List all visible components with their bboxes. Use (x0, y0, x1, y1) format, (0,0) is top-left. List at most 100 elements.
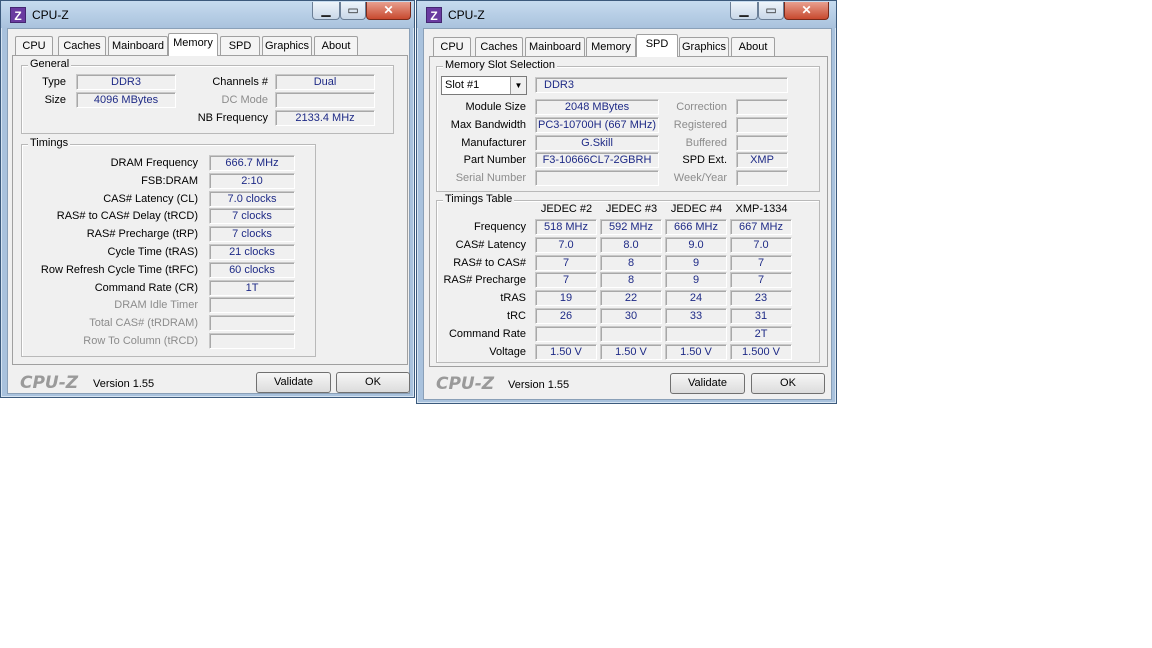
tab-memory[interactable]: Memory (168, 33, 218, 56)
spd-field-value: F3-10666CL7-2GBRH (535, 152, 659, 169)
maximize-button[interactable]: ▭ (758, 2, 784, 20)
tab-caches[interactable]: Caches (475, 37, 523, 57)
spd-field-label: Part Number (463, 154, 526, 167)
tab-about[interactable]: About (731, 37, 775, 57)
timings-row-label: RAS# to CAS# (453, 256, 526, 269)
timings-cell: 9 (665, 254, 727, 271)
minimize-button[interactable]: ▁ (730, 2, 758, 20)
memory-slot-selection-title: Memory Slot Selection (443, 59, 558, 71)
timing-label: RAS# Precharge (tRP) (86, 228, 198, 241)
spd-field-label: Week/Year (673, 172, 727, 185)
tab-spd[interactable]: SPD (636, 34, 678, 57)
spd-field-value (736, 134, 788, 151)
nb-frequency-label: NB Frequency (197, 112, 268, 124)
timing-value (209, 297, 295, 314)
spd-field-value: 2048 MBytes (535, 99, 659, 115)
type-value: DDR3 (76, 74, 176, 90)
timing-label: DRAM Frequency (110, 157, 198, 169)
spd-field-label: Max Bandwidth (450, 118, 526, 131)
timings-column-header: JEDEC #4 (670, 203, 723, 215)
maximize-button[interactable]: ▭ (340, 2, 366, 20)
title-bar[interactable]: Z CPU-Z ▁ ▭ ✕ (1, 1, 414, 28)
timings-cell: 592 MHz (600, 219, 662, 235)
size-value: 4096 MBytes (76, 92, 176, 108)
timings-cell: 23 (730, 290, 792, 307)
spd-panel: Memory Slot Selection Slot #1 ▼ DDR3 Mod… (429, 56, 828, 367)
timings-cell: 30 (600, 308, 662, 324)
tab-spd[interactable]: SPD (220, 36, 260, 56)
timings-cell: 2T (730, 325, 792, 342)
memory-slot-selection-group: Memory Slot Selection Slot #1 ▼ DDR3 Mod… (436, 59, 820, 192)
tab-graphics[interactable]: Graphics (262, 36, 312, 56)
ok-button[interactable]: OK (751, 373, 825, 394)
spd-field-value (736, 170, 788, 187)
timings-cell: 31 (730, 308, 792, 324)
timings-table-group: Timings Table JEDEC #2 JEDEC #3 JEDEC #4 XM… (436, 193, 820, 363)
timings-cell: 24 (665, 290, 727, 307)
cpuz-memory-window: Z CPU-Z ▁ ▭ ✕ CPU Caches Mainboard Memor… (0, 0, 415, 398)
tab-cpu[interactable]: CPU (433, 37, 471, 57)
timings-cell: 1.50 V (665, 343, 727, 360)
tab-graphics[interactable]: Graphics (679, 37, 729, 57)
timings-cell: 7.0 (730, 236, 792, 253)
timings-group: Timings DRAM Frequency 666.7 MHz FSB:DRAM 2… (21, 137, 316, 357)
spd-field-label: Serial Number (455, 172, 526, 185)
validate-button[interactable]: Validate (256, 372, 331, 393)
spd-field-label: Buffered (685, 136, 727, 149)
spd-field-value: PC3-10700H (667 MHz) (535, 116, 659, 133)
timing-label: FSB:DRAM (141, 174, 198, 187)
timings-cell: 7 (730, 254, 792, 271)
dc-mode-value (275, 92, 375, 108)
timings-row-label: Command Rate (448, 327, 526, 340)
timing-value: 21 clocks (209, 244, 295, 260)
spd-field-value: XMP (736, 152, 788, 169)
timings-column-header: JEDEC #3 (605, 203, 658, 215)
timing-label: CAS# Latency (CL) (103, 192, 198, 205)
general-group-title: General (28, 58, 72, 70)
timings-group-title: Timings (28, 137, 71, 149)
channels-value: Dual (275, 74, 375, 90)
slot-select-value: Slot #1 (445, 79, 480, 91)
timing-value: 7.0 clocks (209, 190, 295, 207)
timings-cell: 1.50 V (535, 343, 597, 360)
timing-label: Row To Column (tRCD) (83, 335, 198, 347)
cpuz-app-icon: Z (10, 7, 26, 23)
timing-value: 666.7 MHz (209, 155, 295, 171)
tab-caches[interactable]: Caches (58, 36, 106, 56)
dc-mode-label: DC Mode (221, 94, 268, 106)
timings-cell: 9 (665, 272, 727, 289)
timings-cell: 1.500 V (730, 343, 792, 360)
spd-field-value (535, 170, 659, 187)
timings-cell: 7.0 (535, 236, 597, 253)
timing-value: 2:10 (209, 172, 295, 189)
tab-mainboard[interactable]: Mainboard (108, 36, 168, 56)
close-button[interactable]: ✕ (366, 2, 411, 20)
minimize-button[interactable]: ▁ (312, 2, 340, 20)
version-label: Version 1.55 (508, 379, 570, 391)
timings-cell: 667 MHz (730, 219, 792, 235)
spd-field-label: Correction (676, 101, 727, 113)
tab-mainboard[interactable]: Mainboard (525, 37, 585, 57)
general-group: General Type DDR3 Size 4096 MBytes Chann… (21, 58, 394, 134)
spd-field-value (736, 99, 788, 115)
title-bar[interactable]: Z CPU-Z ▁ ▭ ✕ (417, 1, 836, 28)
tab-memory[interactable]: Memory (586, 37, 636, 57)
timings-cell: 8 (600, 272, 662, 289)
timings-cell (600, 325, 662, 342)
chevron-down-icon[interactable]: ▼ (510, 77, 526, 94)
version-label: Version 1.55 (93, 378, 155, 390)
timings-row-label: RAS# Precharge (443, 274, 526, 287)
ok-button[interactable]: OK (336, 372, 410, 393)
tab-about[interactable]: About (314, 36, 358, 56)
slot-select[interactable]: Slot #1 ▼ (441, 76, 527, 95)
validate-button[interactable]: Validate (670, 373, 745, 394)
timing-label: DRAM Idle Timer (114, 299, 198, 312)
timings-cell: 7 (535, 272, 597, 289)
timing-label: RAS# to CAS# Delay (tRCD) (56, 210, 198, 223)
cpuz-spd-window: Z CPU-Z ▁ ▭ ✕ CPU Caches Mainboard Memor… (416, 0, 837, 404)
slot-type-value: DDR3 (535, 77, 788, 93)
timings-cell: 8.0 (600, 236, 662, 253)
memory-panel: General Type DDR3 Size 4096 MBytes Chann… (12, 55, 408, 365)
tab-cpu[interactable]: CPU (15, 36, 53, 56)
close-button[interactable]: ✕ (784, 2, 829, 20)
